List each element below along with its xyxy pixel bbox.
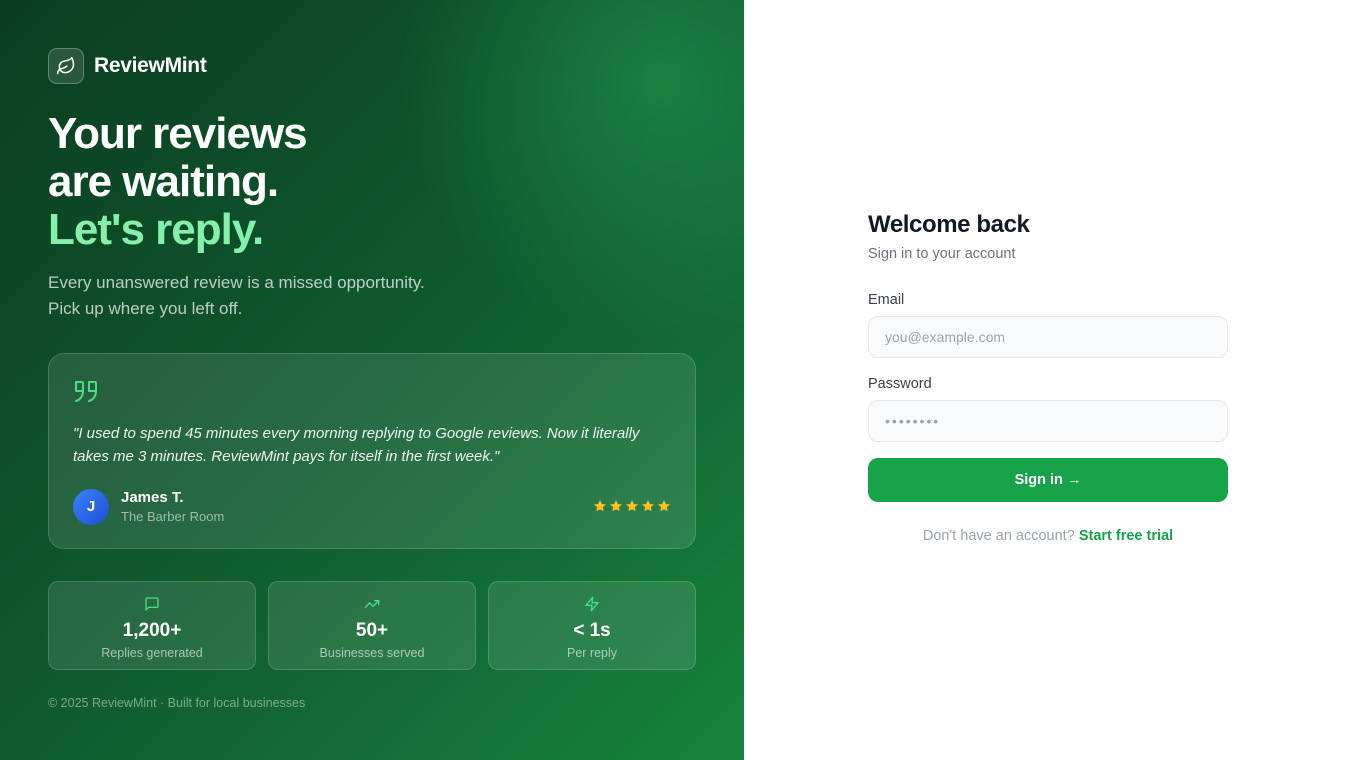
stat-value: 50+ — [355, 620, 389, 641]
signup-prompt: Don't have an account? Start free trial — [868, 528, 1228, 544]
start-free-trial-link[interactable]: Start free trial — [1079, 528, 1173, 544]
zap-icon — [584, 596, 600, 617]
login-form: Welcome back Sign in to your account Ema… — [868, 210, 1228, 544]
password-field[interactable] — [868, 400, 1228, 442]
star-icon — [626, 500, 638, 512]
stat-card-replies: 1,200+ Replies generated — [48, 581, 256, 670]
stats-row: 1,200+ Replies generated 50+ Businesses … — [48, 581, 696, 670]
hero-line-2: are waiting. — [48, 157, 279, 206]
signup-prompt-text: Don't have an account? — [922, 528, 1075, 544]
hero-subtitle-line-1: Every unanswered review is a missed oppo… — [48, 273, 425, 292]
page-subtitle: Sign in to your account — [868, 246, 1016, 262]
author-name: James T. — [121, 489, 184, 506]
testimonial-author: J James T. The Barber Room — [73, 488, 224, 525]
right-panel: Welcome back Sign in to your account Ema… — [744, 0, 1352, 760]
testimonial-text: "I used to spend 45 minutes every mornin… — [73, 425, 640, 465]
leaf-icon — [48, 48, 84, 84]
testimonial-card: "I used to spend 45 minutes every mornin… — [48, 353, 696, 549]
hero-subtitle: Every unanswered review is a missed oppo… — [48, 270, 425, 322]
stat-label: Replies generated — [101, 646, 203, 660]
star-rating — [593, 499, 671, 513]
message-square-icon — [144, 596, 160, 617]
avatar: J — [73, 488, 109, 525]
stat-label: Per reply — [566, 646, 618, 660]
footer-text: © 2025 ReviewMint · Built for local busi… — [48, 696, 306, 710]
email-label: Email — [868, 292, 905, 308]
star-icon — [642, 500, 654, 512]
author-business: The Barber Room — [121, 509, 225, 524]
password-label: Password — [868, 376, 932, 392]
star-icon — [610, 500, 622, 512]
stat-value: 1,200+ — [122, 620, 182, 641]
stat-card-speed: < 1s Per reply — [488, 581, 696, 670]
hero-accent: Let's reply. — [48, 205, 264, 254]
hero-subtitle-line-2: Pick up where you left off. — [48, 299, 243, 318]
stat-card-businesses: 50+ Businesses served — [268, 581, 476, 670]
hero-line-1: Your reviews — [48, 109, 308, 158]
email-field[interactable] — [868, 316, 1228, 358]
hero-headline: Your reviews are waiting. Let's reply. — [48, 109, 308, 254]
page-title: Welcome back — [868, 211, 1030, 238]
star-icon — [594, 500, 606, 512]
brand: ReviewMint — [48, 48, 207, 84]
sign-in-button[interactable]: Sign in → — [868, 458, 1228, 502]
star-icon — [658, 500, 670, 512]
stat-value: < 1s — [573, 620, 611, 641]
quote-icon — [73, 380, 101, 409]
brand-name: ReviewMint — [94, 54, 207, 77]
trending-up-icon — [364, 596, 380, 617]
stat-label: Businesses served — [319, 646, 425, 660]
left-panel: ReviewMint Your reviews are waiting. Let… — [0, 0, 744, 760]
